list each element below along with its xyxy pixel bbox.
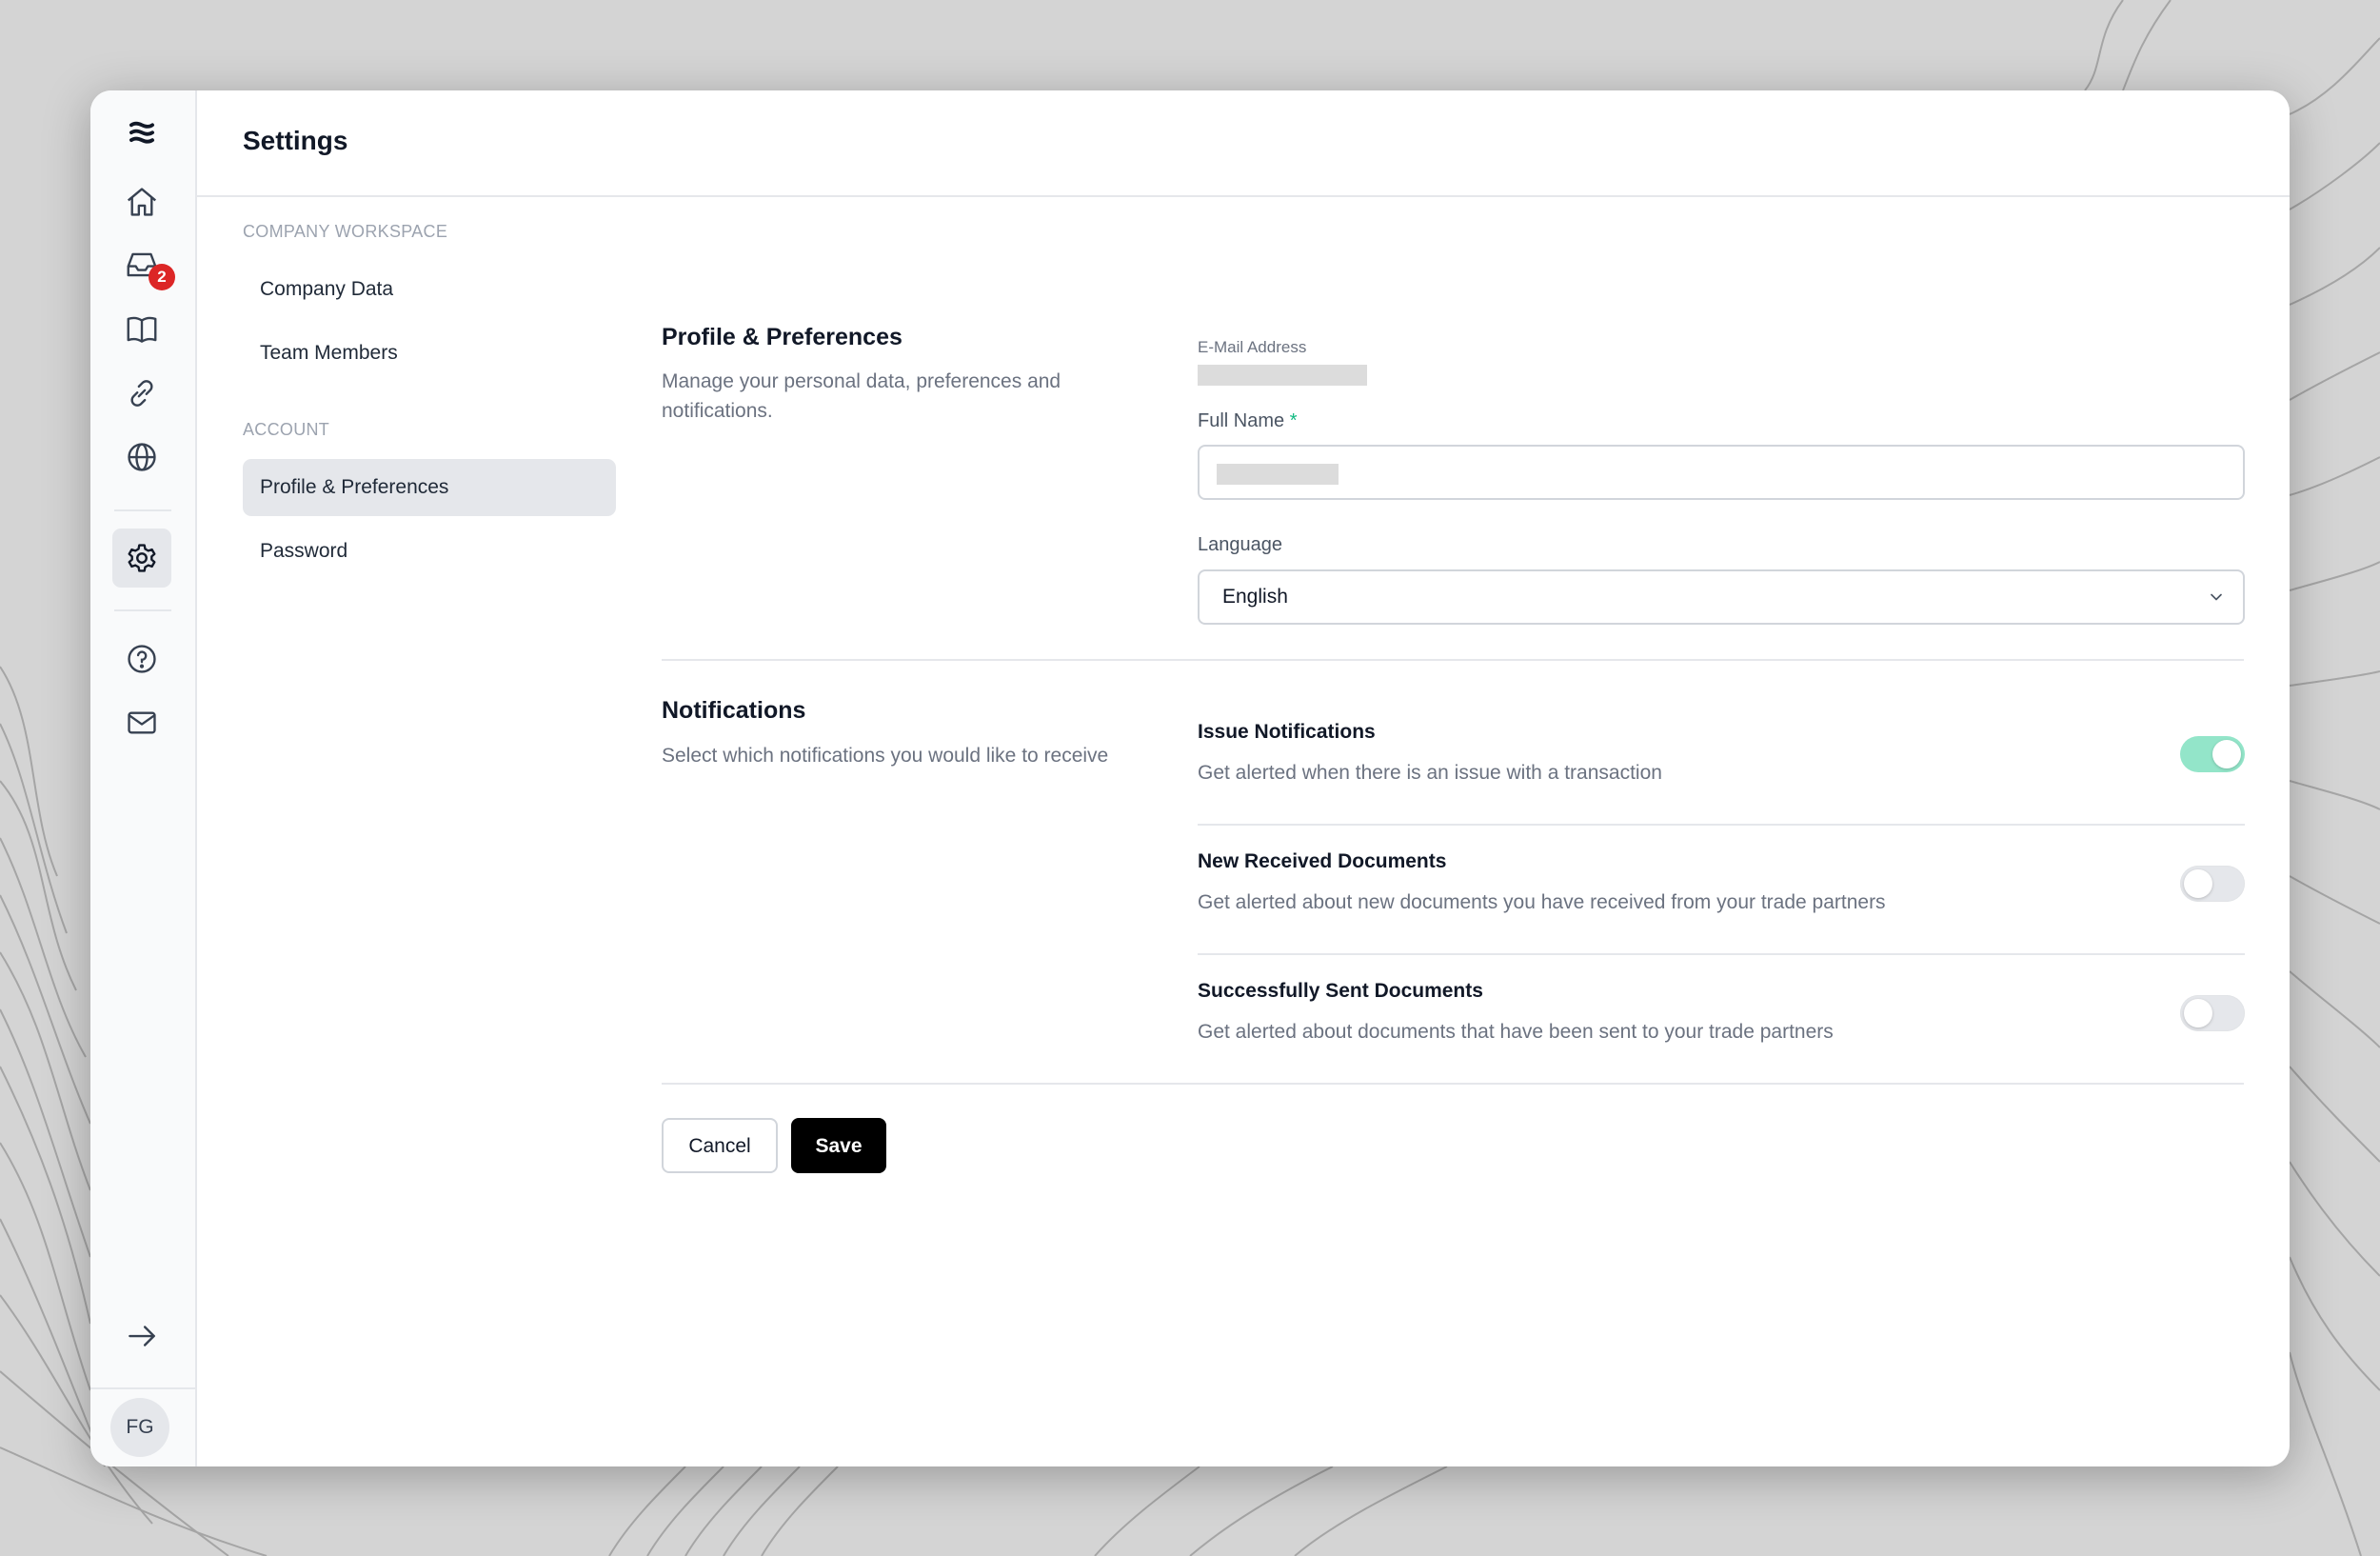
- save-button[interactable]: Save: [791, 1118, 886, 1173]
- mail-icon[interactable]: [112, 693, 171, 752]
- notification-description-issue: Get alerted when there is an issue with …: [1198, 762, 1662, 784]
- notification-divider: [1198, 824, 2245, 826]
- nav-item-team-members[interactable]: Team Members: [243, 325, 616, 382]
- language-select[interactable]: English: [1198, 569, 2245, 625]
- email-label: E-Mail Address: [1198, 338, 1307, 356]
- arrow-right-icon[interactable]: [112, 1307, 171, 1366]
- nav-group-heading-workspace: COMPANY WORKSPACE: [243, 222, 448, 241]
- chevron-down-icon: [2211, 593, 2222, 601]
- nav-group-heading-account: ACCOUNT: [243, 420, 330, 439]
- notification-description-sent: Get alerted about documents that have be…: [1198, 1021, 1834, 1043]
- waves-logo-icon[interactable]: [112, 104, 171, 163]
- toggle-successfully-sent-documents[interactable]: [2180, 995, 2245, 1031]
- toggle-knob: [2184, 869, 2212, 898]
- section-divider: [662, 1083, 2244, 1085]
- notification-title-new-received: New Received Documents: [1198, 850, 1447, 872]
- gear-icon[interactable]: [112, 529, 171, 588]
- email-value-redacted: [1198, 365, 1367, 386]
- full-name-label: Full Name *: [1198, 410, 1298, 432]
- full-name-label-text: Full Name: [1198, 410, 1285, 431]
- toggle-issue-notifications[interactable]: [2180, 736, 2245, 772]
- page-title: Settings: [243, 126, 348, 155]
- page-header: Settings: [195, 90, 2290, 197]
- language-label: Language: [1198, 534, 1282, 555]
- rail-footer-divider: [90, 1387, 195, 1389]
- toggle-knob: [2212, 740, 2241, 768]
- inbox-count-badge: 2: [149, 264, 175, 290]
- help-circle-icon[interactable]: [112, 629, 171, 688]
- icon-rail: 2 FG: [90, 90, 197, 1466]
- notification-divider: [1198, 953, 2245, 955]
- rail-divider: [114, 609, 171, 611]
- section-divider: [662, 659, 2244, 661]
- book-icon[interactable]: [112, 300, 171, 359]
- cancel-button[interactable]: Cancel: [662, 1118, 778, 1173]
- notification-title-sent: Successfully Sent Documents: [1198, 980, 1483, 1002]
- notification-title-issue: Issue Notifications: [1198, 721, 1376, 743]
- app-window: 2 FG Settings COMPANY WORKSPACE Company …: [90, 90, 2290, 1466]
- avatar[interactable]: FG: [110, 1398, 169, 1457]
- nav-item-password[interactable]: Password: [243, 523, 616, 580]
- inbox-icon[interactable]: 2: [112, 235, 175, 294]
- profile-section-description: Manage your personal data, preferences a…: [662, 370, 1061, 422]
- home-icon[interactable]: [112, 172, 171, 231]
- notification-description-new-received: Get alerted about new documents you have…: [1198, 891, 1886, 913]
- link-icon[interactable]: [112, 364, 171, 423]
- rail-divider: [114, 509, 171, 511]
- full-name-value-redacted: [1217, 464, 1339, 485]
- notifications-section-description: Select which notifications you would lik…: [662, 745, 1109, 767]
- globe-icon[interactable]: [112, 428, 171, 487]
- toggle-knob: [2184, 999, 2212, 1027]
- required-marker: *: [1289, 410, 1298, 431]
- toggle-new-received-documents[interactable]: [2180, 866, 2245, 902]
- settings-content: Profile & Preferences Manage your person…: [662, 195, 2245, 1466]
- nav-item-company-data[interactable]: Company Data: [243, 261, 616, 318]
- nav-item-profile-preferences[interactable]: Profile & Preferences: [243, 459, 616, 516]
- language-select-value: English: [1222, 586, 1288, 608]
- profile-section-title: Profile & Preferences: [662, 324, 902, 350]
- notifications-section-title: Notifications: [662, 697, 806, 724]
- full-name-field[interactable]: [1198, 445, 2245, 500]
